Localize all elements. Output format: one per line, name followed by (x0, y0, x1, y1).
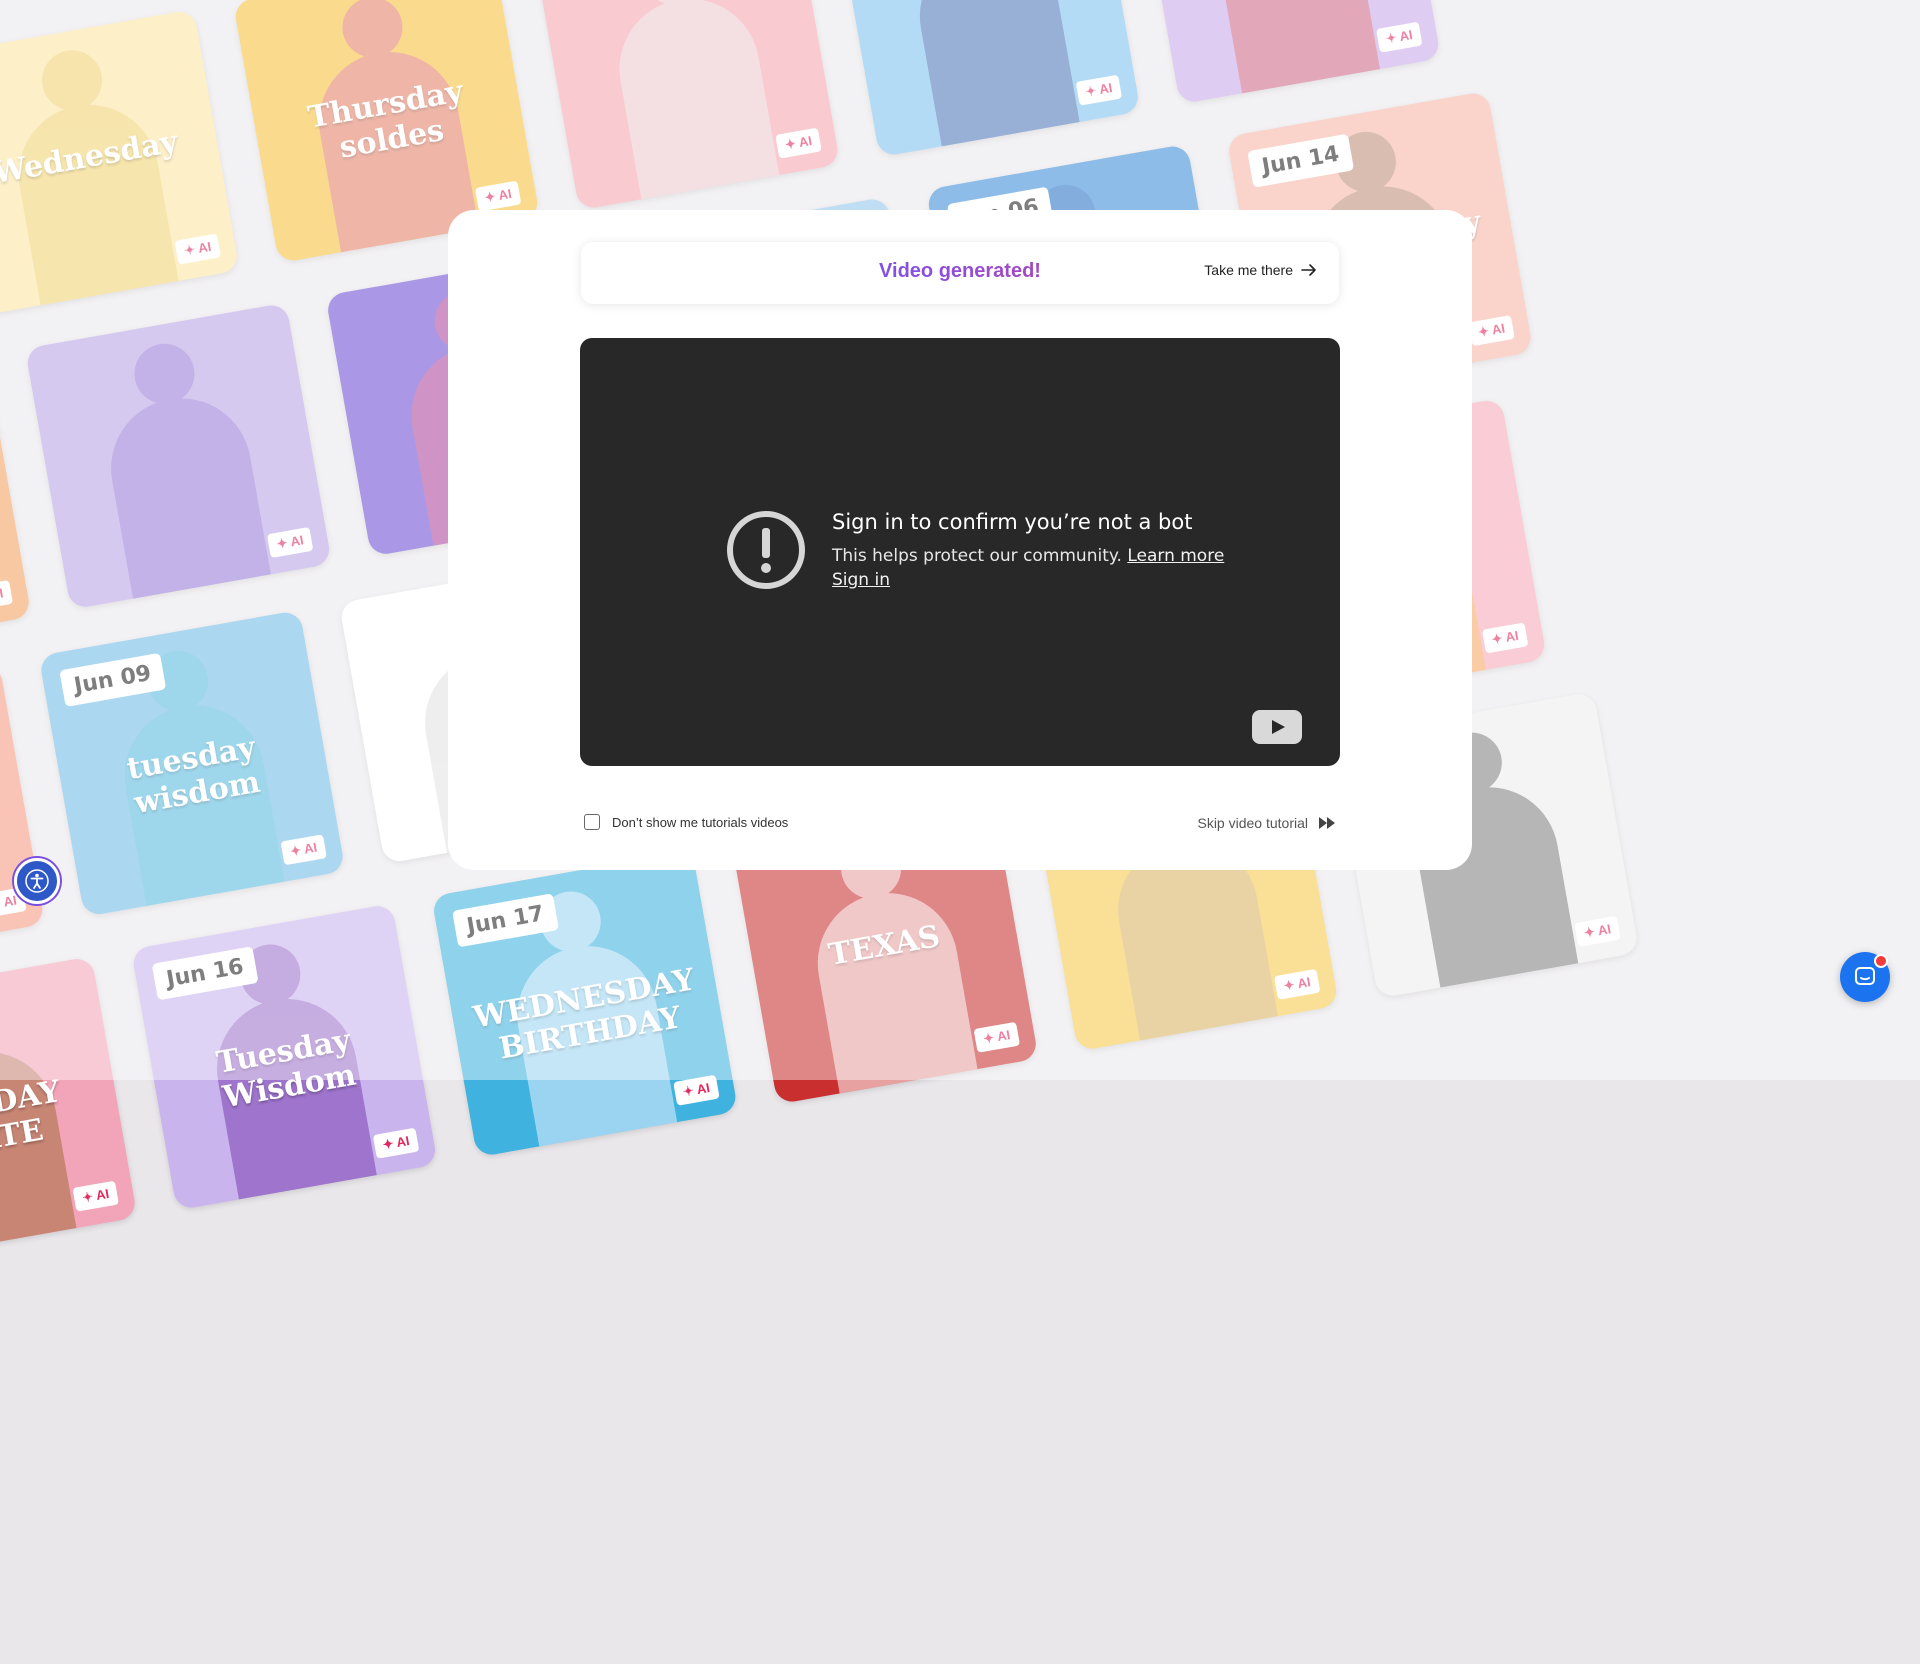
ai-badge: ✦ AI (72, 1180, 119, 1212)
dont-show-checkbox[interactable] (584, 814, 600, 830)
take-me-there-label: Take me there (1204, 262, 1293, 278)
skip-label: Skip video tutorial (1197, 815, 1308, 831)
video-error-title: Sign in to confirm you’re not a bot (832, 510, 1193, 534)
sign-in-link[interactable]: Sign in (832, 570, 890, 590)
arrow-right-icon (1301, 264, 1316, 276)
video-generated-banner: Video generated! Take me there (581, 242, 1339, 304)
take-me-there-link[interactable]: Take me there (1204, 262, 1317, 278)
tutorial-modal: Video generated! Take me there Sign in t… (448, 210, 1472, 870)
ai-badge: ✦ AI (372, 1127, 420, 1159)
dont-show-label: Don’t show me tutorials videos (612, 814, 789, 830)
chat-icon (1855, 967, 1875, 985)
dont-show-tutorials-option: Don’t show me tutorials videos (584, 814, 788, 830)
video-error-message: This helps protect our community. (832, 546, 1122, 566)
notification-dot (1874, 954, 1888, 968)
video-player[interactable]: Sign in to confirm you’re not a bot This… (580, 338, 1340, 766)
fast-forward-icon (1319, 817, 1335, 829)
learn-more-link[interactable]: Learn more (1127, 546, 1224, 566)
chat-launcher-button[interactable] (1840, 952, 1890, 1002)
video-error-text: This helps protect our community. Learn … (832, 546, 1224, 566)
skip-video-tutorial-button[interactable]: Skip video tutorial (1197, 815, 1336, 831)
accessibility-icon (25, 869, 49, 893)
youtube-logo-icon[interactable] (1252, 710, 1302, 744)
exclamation-circle-icon (727, 511, 805, 589)
accessibility-button[interactable] (14, 858, 60, 904)
